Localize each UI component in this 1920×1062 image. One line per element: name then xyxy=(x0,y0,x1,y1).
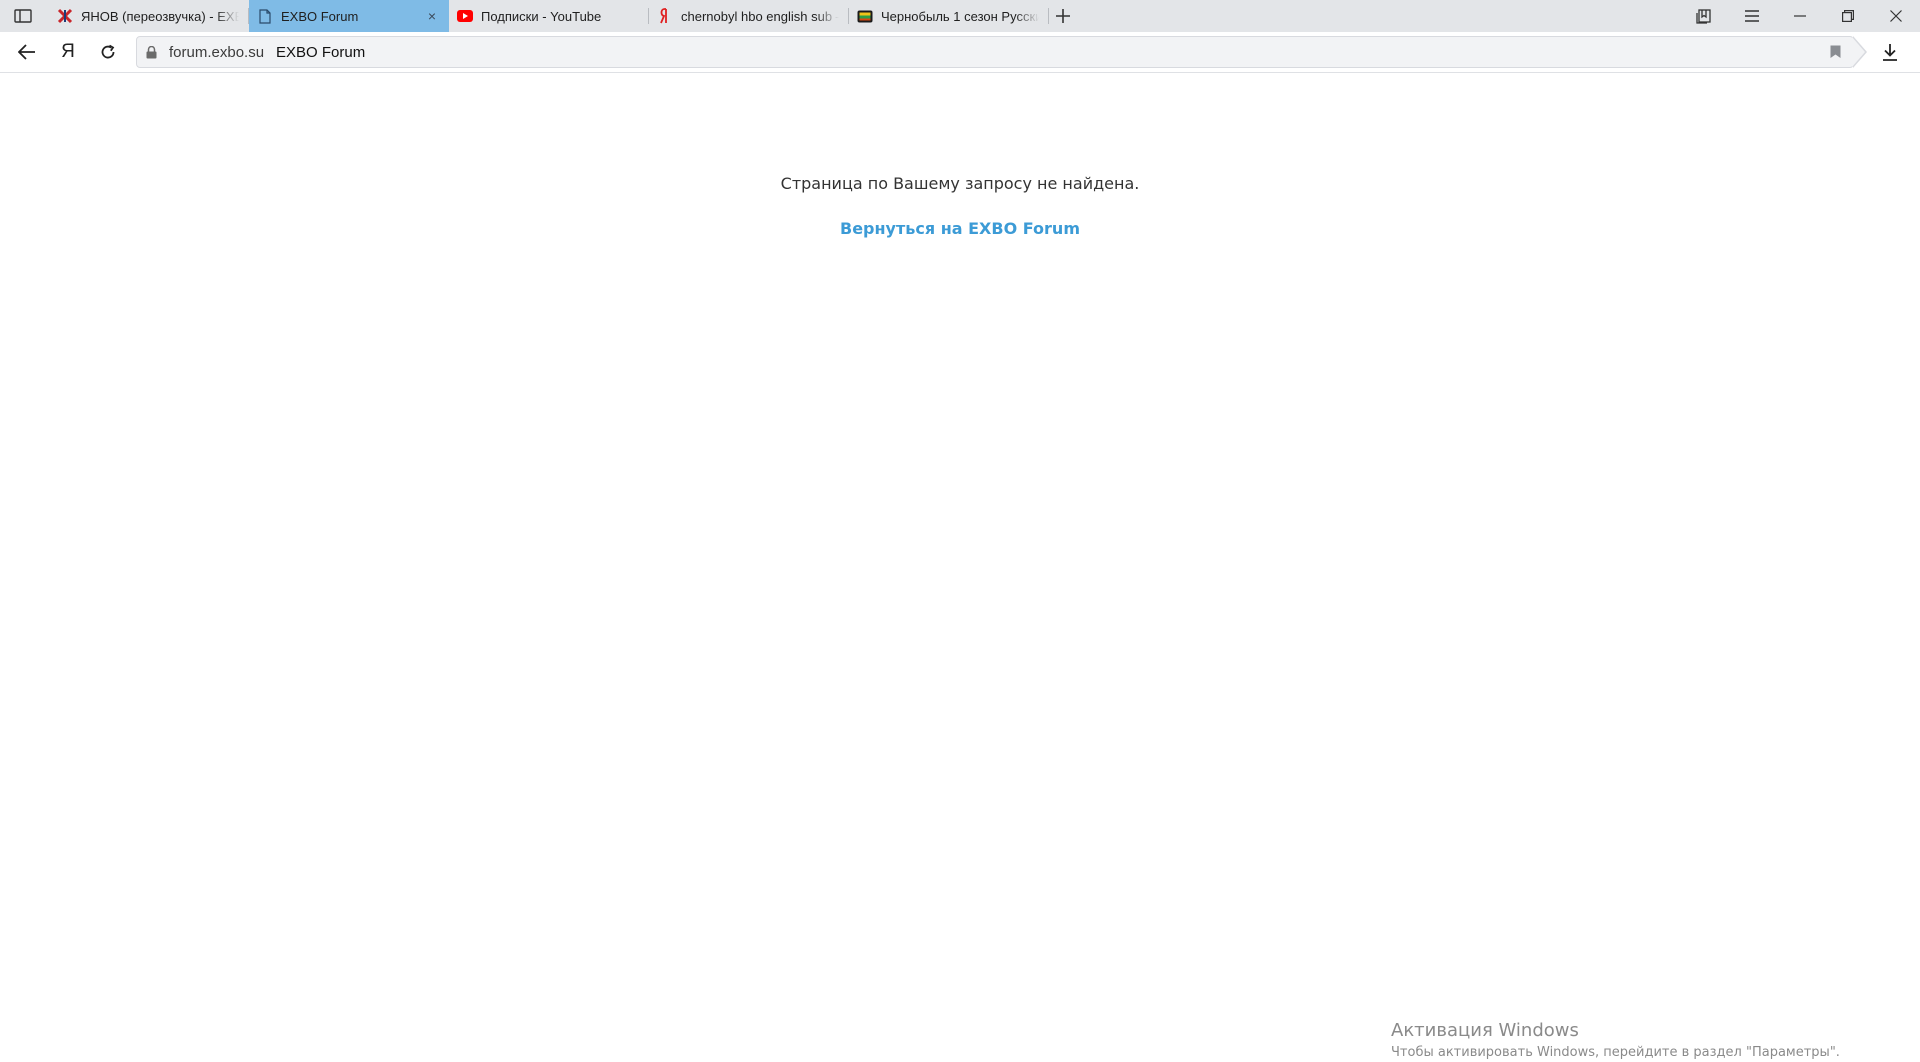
browser-toolbar: Я forum.exbo.su EXBO Forum xyxy=(0,32,1920,73)
page-content: Страница по Вашему запросу не найдена. В… xyxy=(0,73,1920,1060)
tab-title: Чернобыль 1 сезон Русские субтитры xyxy=(881,8,1039,24)
arrow-left-icon xyxy=(18,44,35,60)
tab-list: ЯНОВ (переозвучка) - EXBO Forum EXBO For… xyxy=(49,0,1049,32)
close-window-icon xyxy=(1890,10,1902,22)
plus-icon xyxy=(1056,9,1070,23)
tab-yandex-search[interactable]: chernobyl hbo english sub — Яндекс xyxy=(649,0,849,32)
exbo-favicon-icon xyxy=(57,8,73,24)
tab-strip: ЯНОВ (переозвучка) - EXBO Forum EXBO For… xyxy=(0,0,1920,32)
tab-youtube-subscriptions[interactable]: Подписки - YouTube xyxy=(449,0,649,32)
tab-title: ЯНОВ (переозвучка) - EXBO Forum xyxy=(81,8,239,24)
bookmark-icon[interactable] xyxy=(1830,45,1841,59)
minimize-button[interactable] xyxy=(1776,0,1824,32)
address-bar-tail-fill xyxy=(1852,37,1865,67)
reload-icon xyxy=(101,44,115,59)
activation-subtitle: Чтобы активировать Windows, перейдите в … xyxy=(1391,1045,1840,1060)
address-page-title[interactable]: EXBO Forum xyxy=(276,44,365,61)
minimize-icon xyxy=(1794,15,1806,17)
tab-title: Подписки - YouTube xyxy=(481,8,602,24)
tab-title: chernobyl hbo english sub — Яндекс xyxy=(681,8,839,24)
reload-button[interactable] xyxy=(94,38,122,66)
back-button[interactable] xyxy=(13,38,41,66)
download-icon xyxy=(1883,44,1897,61)
document-icon xyxy=(257,8,273,24)
new-tab-button[interactable] xyxy=(1050,3,1076,29)
tab-exbo-forum[interactable]: EXBO Forum × xyxy=(249,0,449,32)
restore-button[interactable] xyxy=(1824,0,1872,32)
close-window-button[interactable] xyxy=(1872,0,1920,32)
tab-title: EXBO Forum xyxy=(281,8,359,24)
tab-chernobyl[interactable]: Чернобыль 1 сезон Русские субтитры xyxy=(849,0,1049,32)
address-domain[interactable]: forum.exbo.su xyxy=(169,44,264,61)
yandex-icon xyxy=(657,8,673,24)
activation-title: Активация Windows xyxy=(1391,1020,1579,1041)
menu-button[interactable] xyxy=(1728,0,1776,32)
yandex-button[interactable]: Я xyxy=(54,38,82,66)
hamburger-icon xyxy=(1745,10,1759,22)
downloads-button[interactable] xyxy=(1876,38,1904,66)
youtube-icon xyxy=(457,8,473,24)
lock-icon[interactable] xyxy=(146,45,157,59)
tab-yanov-exbo[interactable]: ЯНОВ (переозвучка) - EXBO Forum xyxy=(49,0,249,32)
collections-icon xyxy=(1696,9,1711,24)
window-controls xyxy=(1680,0,1920,32)
tv-icon xyxy=(857,8,873,24)
not-found-message: Страница по Вашему запросу не найдена. xyxy=(780,174,1140,193)
restore-icon xyxy=(1842,10,1854,22)
close-icon[interactable]: × xyxy=(425,8,439,24)
windows-activation-watermark: Активация Windows Чтобы активировать Win… xyxy=(1391,1020,1840,1062)
back-to-forum-link[interactable]: Вернуться на EXBO Forum xyxy=(0,219,1920,238)
sidebar-toggle-icon[interactable] xyxy=(8,4,38,28)
address-bar[interactable]: forum.exbo.su EXBO Forum xyxy=(136,36,1867,68)
collections-button[interactable] xyxy=(1680,0,1728,32)
